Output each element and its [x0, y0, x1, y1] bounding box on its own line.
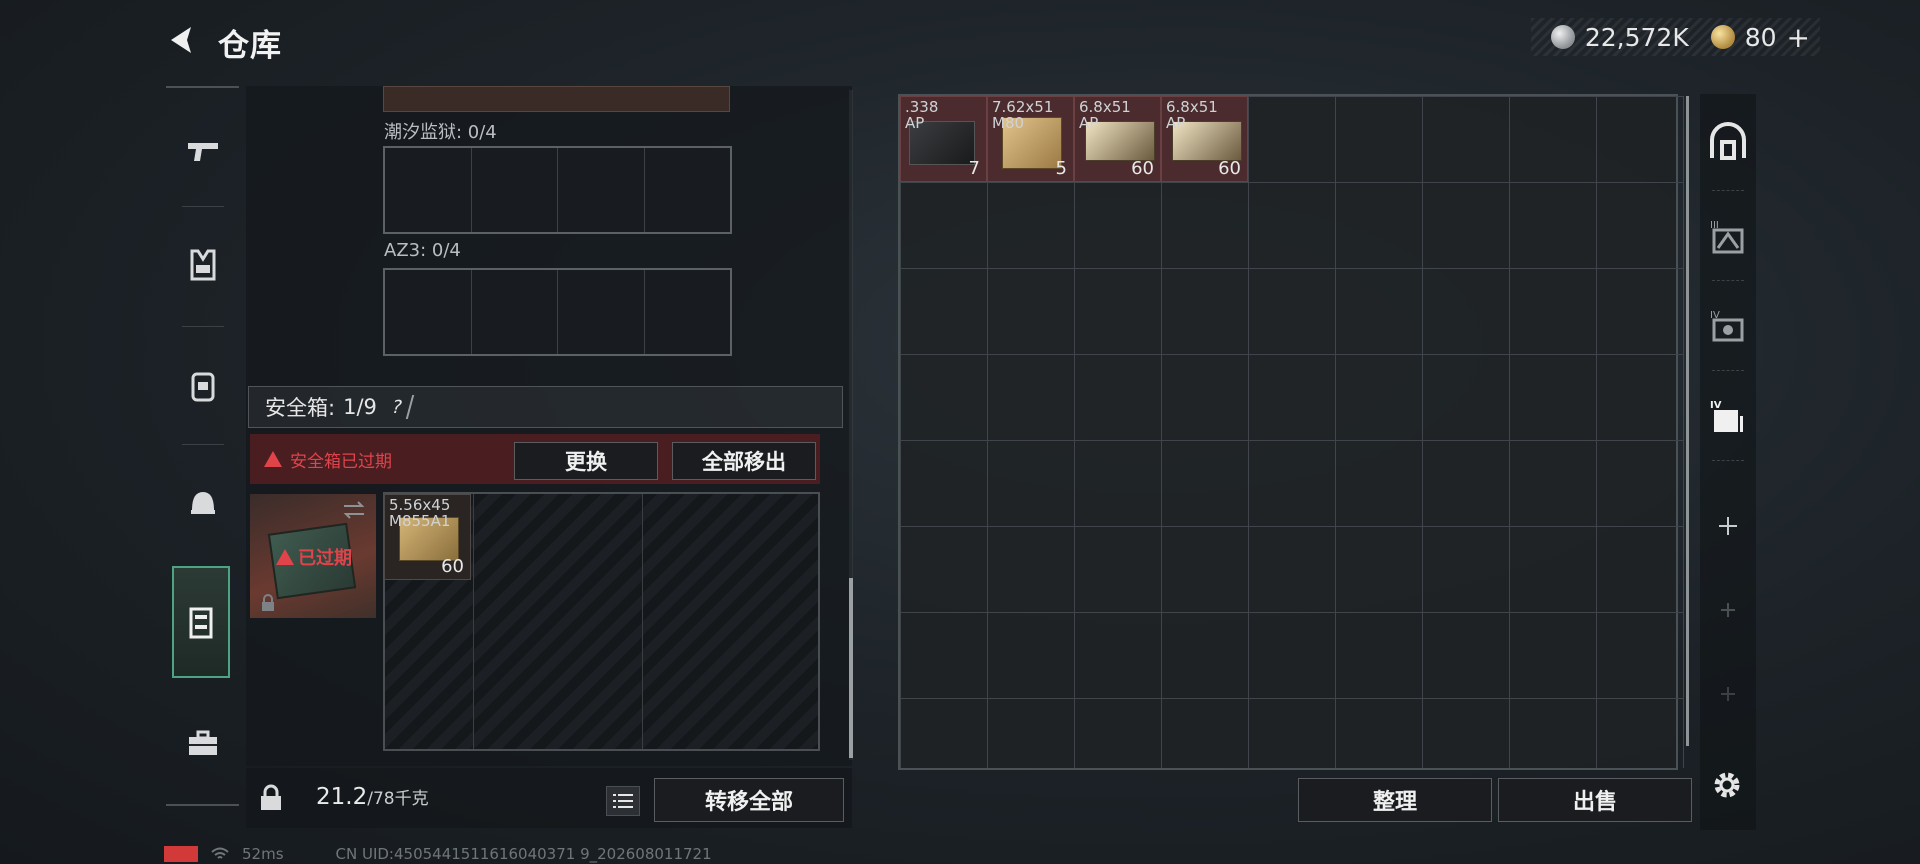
item-count: 7 [968, 158, 980, 179]
add-stash-button-dim[interactable] [1700, 652, 1756, 736]
add-icon [1721, 603, 1735, 617]
stash-item[interactable]: 6.8x51 AP 60 [1074, 96, 1161, 182]
list-view-button[interactable] [606, 786, 640, 816]
uid-text: CN UID:4505441511616040371 9_20260801172… [335, 845, 712, 863]
tab-stash-4[interactable]: IV [1700, 284, 1756, 368]
container-grid-1[interactable] [383, 146, 732, 234]
safebox-expired-bar: 安全箱已过期 更换 全部移出 [250, 434, 820, 484]
nav-helmet[interactable] [166, 460, 239, 546]
backpack-lock-icon[interactable] [258, 784, 284, 812]
help-icon[interactable]: ? [381, 395, 415, 419]
nav-vest[interactable] [166, 222, 239, 308]
item-name: 5.56x45 M855A1 [389, 496, 451, 530]
settings-button[interactable] [1704, 762, 1750, 808]
silver-value: 22,572K [1584, 22, 1689, 52]
stash-scrollbar[interactable] [1686, 96, 1689, 746]
weight-max: /78千克 [367, 789, 429, 809]
add-stash-button-dim[interactable] [1700, 568, 1756, 652]
stash-panel[interactable]: .338 AP 7 7.62x51 M80 5 6.8x51 AP 60 6.8… [898, 94, 1684, 770]
transfer-all-button[interactable]: 转移全部 [654, 778, 844, 822]
item-count: 60 [441, 556, 464, 577]
safebox-item[interactable]: 5.56x45 M855A1 60 [384, 494, 471, 580]
page-title: 仓库 [218, 28, 282, 64]
item-count: 60 [1218, 158, 1241, 179]
item-name: 6.8x51 AP [1079, 98, 1131, 132]
container-row-partial [383, 86, 730, 112]
left-scroll-thumb[interactable] [849, 578, 853, 758]
safebox-header: 安全箱: 1/9 ? [248, 386, 843, 428]
gear-icon [1714, 772, 1740, 798]
nav-toolbox[interactable] [166, 700, 239, 786]
warning-icon [264, 451, 282, 467]
safebox-label: 安全箱: [265, 396, 336, 420]
item-count: 60 [1131, 158, 1154, 179]
replace-button[interactable]: 更换 [514, 442, 658, 480]
currency-bar: 22,572K 80 + [1530, 18, 1820, 56]
sell-button[interactable]: 出售 [1498, 778, 1692, 822]
svg-text:IV: IV [1710, 400, 1722, 411]
nav-safebox[interactable] [172, 566, 230, 678]
swap-icon[interactable] [342, 500, 366, 520]
nav-weapon[interactable] [166, 110, 239, 196]
stash-5-icon: IV [1710, 400, 1743, 432]
silver-coin-icon [1550, 25, 1575, 49]
tab-stash-main[interactable] [1700, 100, 1756, 184]
stash-4-icon: IV [1710, 310, 1744, 342]
safebox-image[interactable]: 已过期 [250, 494, 376, 618]
tidy-button[interactable]: 整理 [1298, 778, 1492, 822]
backpack-icon [191, 372, 214, 402]
remove-all-button[interactable]: 全部移出 [672, 442, 816, 480]
stash-item[interactable]: .338 AP 7 [900, 96, 987, 182]
expired-notice-text: 安全箱已过期 [290, 451, 392, 472]
item-name: 6.8x51 AP [1166, 98, 1218, 132]
equipment-nav [166, 86, 239, 806]
stash-grid[interactable] [900, 96, 1684, 768]
stash-tabs: III IV IV [1700, 94, 1756, 830]
back-button[interactable] [160, 18, 204, 62]
safebox-icon [189, 607, 213, 639]
add-stash-button[interactable] [1700, 484, 1756, 568]
lock-icon [262, 594, 274, 611]
helmet-icon [190, 492, 215, 514]
stash-item[interactable]: 7.62x51 M80 5 [987, 96, 1074, 182]
expired-notice: 安全箱已过期 [264, 447, 392, 472]
stash-3-icon: III [1710, 220, 1744, 254]
add-icon [1721, 687, 1735, 701]
gold-value: 80 [1744, 22, 1777, 52]
gold-coin-icon [1710, 25, 1735, 49]
status-footer: 52ms CN UID:4505441511616040371 9_202608… [164, 844, 712, 864]
item-name: .338 AP [905, 98, 939, 132]
nav-backpack[interactable] [166, 342, 239, 428]
item-count: 5 [1055, 158, 1067, 179]
add-icon [1719, 517, 1737, 535]
tab-stash-5[interactable]: IV [1700, 374, 1756, 458]
back-arrow-icon [171, 27, 191, 53]
list-icon [613, 794, 633, 808]
vest-icon [190, 249, 215, 281]
stash-item[interactable]: 6.8x51 AP 60 [1161, 96, 1248, 182]
battery-icon [164, 846, 198, 862]
container-label-2: AZ3: 0/4 [384, 240, 461, 261]
expired-badge: 已过期 [276, 544, 352, 570]
toolbox-icon [188, 730, 217, 755]
safebox-count: 1/9 [343, 395, 377, 419]
item-name: 7.62x51 M80 [992, 98, 1054, 132]
weight-current: 21.2 [316, 784, 368, 810]
container-label-1: 潮汐监狱: 0/4 [384, 122, 497, 143]
ping-text: 52ms [242, 845, 284, 863]
tab-stash-3[interactable]: III [1700, 194, 1756, 278]
container-grid-2[interactable] [383, 268, 732, 356]
wifi-icon [211, 847, 229, 859]
stash-main-icon [1710, 122, 1746, 160]
add-currency-button[interactable]: + [1787, 21, 1810, 54]
weight-display: 21.2/78千克 [316, 784, 429, 810]
pistol-icon [187, 143, 218, 161]
warning-icon [276, 549, 294, 565]
